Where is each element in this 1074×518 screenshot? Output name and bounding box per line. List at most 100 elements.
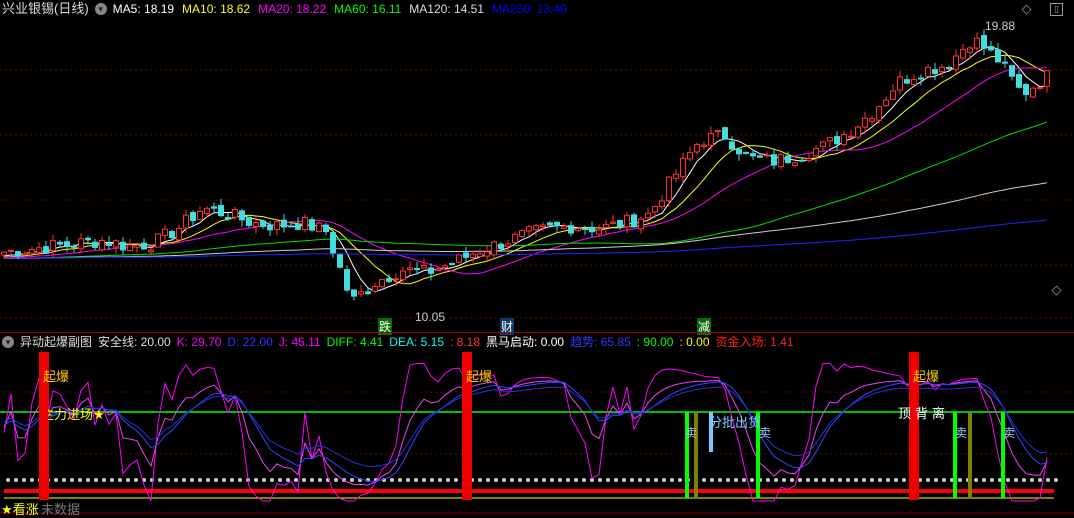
dot-line-marker xyxy=(678,478,682,482)
dot-line-marker xyxy=(230,478,234,482)
dot-line-marker xyxy=(118,478,122,482)
candle-body xyxy=(757,155,763,158)
candle-body xyxy=(162,228,168,236)
indicator-settings-icon[interactable]: ▾ xyxy=(2,336,14,348)
candle-body xyxy=(820,141,826,147)
candle-body xyxy=(316,222,322,233)
high-price-label: 19.88 xyxy=(985,19,1016,33)
candle-body xyxy=(708,133,714,146)
candle-body xyxy=(519,229,525,237)
dot-line-marker xyxy=(662,478,666,482)
candle-body xyxy=(575,228,581,232)
candle-body xyxy=(540,224,546,228)
candle-body xyxy=(29,249,35,254)
candle-body xyxy=(946,66,952,70)
dot-line-marker xyxy=(782,478,786,482)
candle-body xyxy=(862,117,868,128)
low-price-label: 10.05 xyxy=(415,310,446,324)
candle-body xyxy=(309,219,315,231)
dot-line-marker xyxy=(606,478,610,482)
candle-body xyxy=(64,241,70,247)
indicator-value-3: J: 45.11 xyxy=(278,335,321,349)
dot-line-marker xyxy=(574,478,578,482)
dot-line-marker xyxy=(86,478,90,482)
candle-body xyxy=(617,220,623,228)
dot-line-marker xyxy=(798,478,802,482)
candle-body xyxy=(876,106,882,121)
dot-line-marker xyxy=(814,478,818,482)
indicator-value-10: : 0.00 xyxy=(679,335,710,349)
dot-line-marker xyxy=(446,478,450,482)
dot-line-marker xyxy=(654,478,658,482)
dot-line-marker xyxy=(646,478,650,482)
candle-body xyxy=(988,46,994,51)
dot-line-marker xyxy=(502,478,506,482)
candle-body xyxy=(106,242,112,247)
dot-line-marker xyxy=(414,478,418,482)
candle-body xyxy=(974,37,980,49)
candle-body xyxy=(533,225,539,231)
dot-line-marker xyxy=(598,478,602,482)
candle-body xyxy=(925,66,931,77)
indicator-title: 异动起爆副图 xyxy=(20,335,93,349)
dot-line-marker xyxy=(1006,478,1010,482)
candle-body xyxy=(197,210,203,221)
sell-label-1: 卖 xyxy=(685,426,698,440)
dot-line-marker xyxy=(166,478,170,482)
dot-line-marker xyxy=(1038,478,1042,482)
candle-body xyxy=(1002,61,1008,64)
candle-body xyxy=(442,265,448,269)
indicator-values: 安全线: 20.00 K: 29.70 D: 22.00 J: 45.11 DIFF: … xyxy=(98,333,794,351)
dot-line-marker xyxy=(102,478,106,482)
indicator-value-5: DEA: 5.15 xyxy=(389,335,444,349)
candle-body xyxy=(659,200,665,208)
dot-line-marker xyxy=(334,478,338,482)
dot-line-marker xyxy=(126,478,130,482)
dot-line-marker xyxy=(870,478,874,482)
candle-body xyxy=(141,242,147,250)
candle-body xyxy=(57,241,63,245)
dot-line-marker xyxy=(982,478,986,482)
no-data-label: 未数据 xyxy=(41,502,81,517)
candle-body xyxy=(939,66,945,73)
candle-body xyxy=(288,225,294,228)
dot-line-marker xyxy=(582,478,586,482)
indicator-value-9: : 90.00 xyxy=(636,335,674,349)
candle-body xyxy=(771,154,777,166)
candle-body xyxy=(344,269,350,291)
candle-body xyxy=(834,136,840,145)
dot-line-marker xyxy=(270,478,274,482)
candle-body xyxy=(337,254,343,268)
dot-line-marker xyxy=(614,478,618,482)
candle-body xyxy=(750,153,756,157)
candle-body xyxy=(645,212,651,219)
candle-body xyxy=(71,245,77,248)
price-chart[interactable] xyxy=(0,0,1074,332)
candle-body xyxy=(449,262,455,265)
candle-body xyxy=(1044,70,1050,87)
dot-line-marker xyxy=(886,478,890,482)
candle-body xyxy=(22,252,28,256)
candle-body xyxy=(526,226,532,232)
candle-body xyxy=(274,221,280,231)
candle-body xyxy=(169,230,175,239)
bullish-label: ★看涨 xyxy=(1,502,39,517)
dot-line-marker xyxy=(854,478,858,482)
candle-body xyxy=(8,249,14,252)
candle-body xyxy=(127,244,133,252)
candle-body xyxy=(855,126,861,138)
candle-body xyxy=(85,237,91,241)
dot-line-marker xyxy=(638,478,642,482)
dot-line-marker xyxy=(214,478,218,482)
candle-body xyxy=(547,222,553,226)
candle-body xyxy=(386,278,392,282)
dot-line-marker xyxy=(534,478,538,482)
dot-line-marker xyxy=(990,478,994,482)
dot-line-marker xyxy=(838,478,842,482)
dot-line-marker xyxy=(958,478,962,482)
candle-body xyxy=(113,240,119,248)
candle-body xyxy=(155,233,161,248)
candle-body xyxy=(358,291,364,295)
candle-body xyxy=(498,243,504,249)
candle-body xyxy=(295,224,301,230)
